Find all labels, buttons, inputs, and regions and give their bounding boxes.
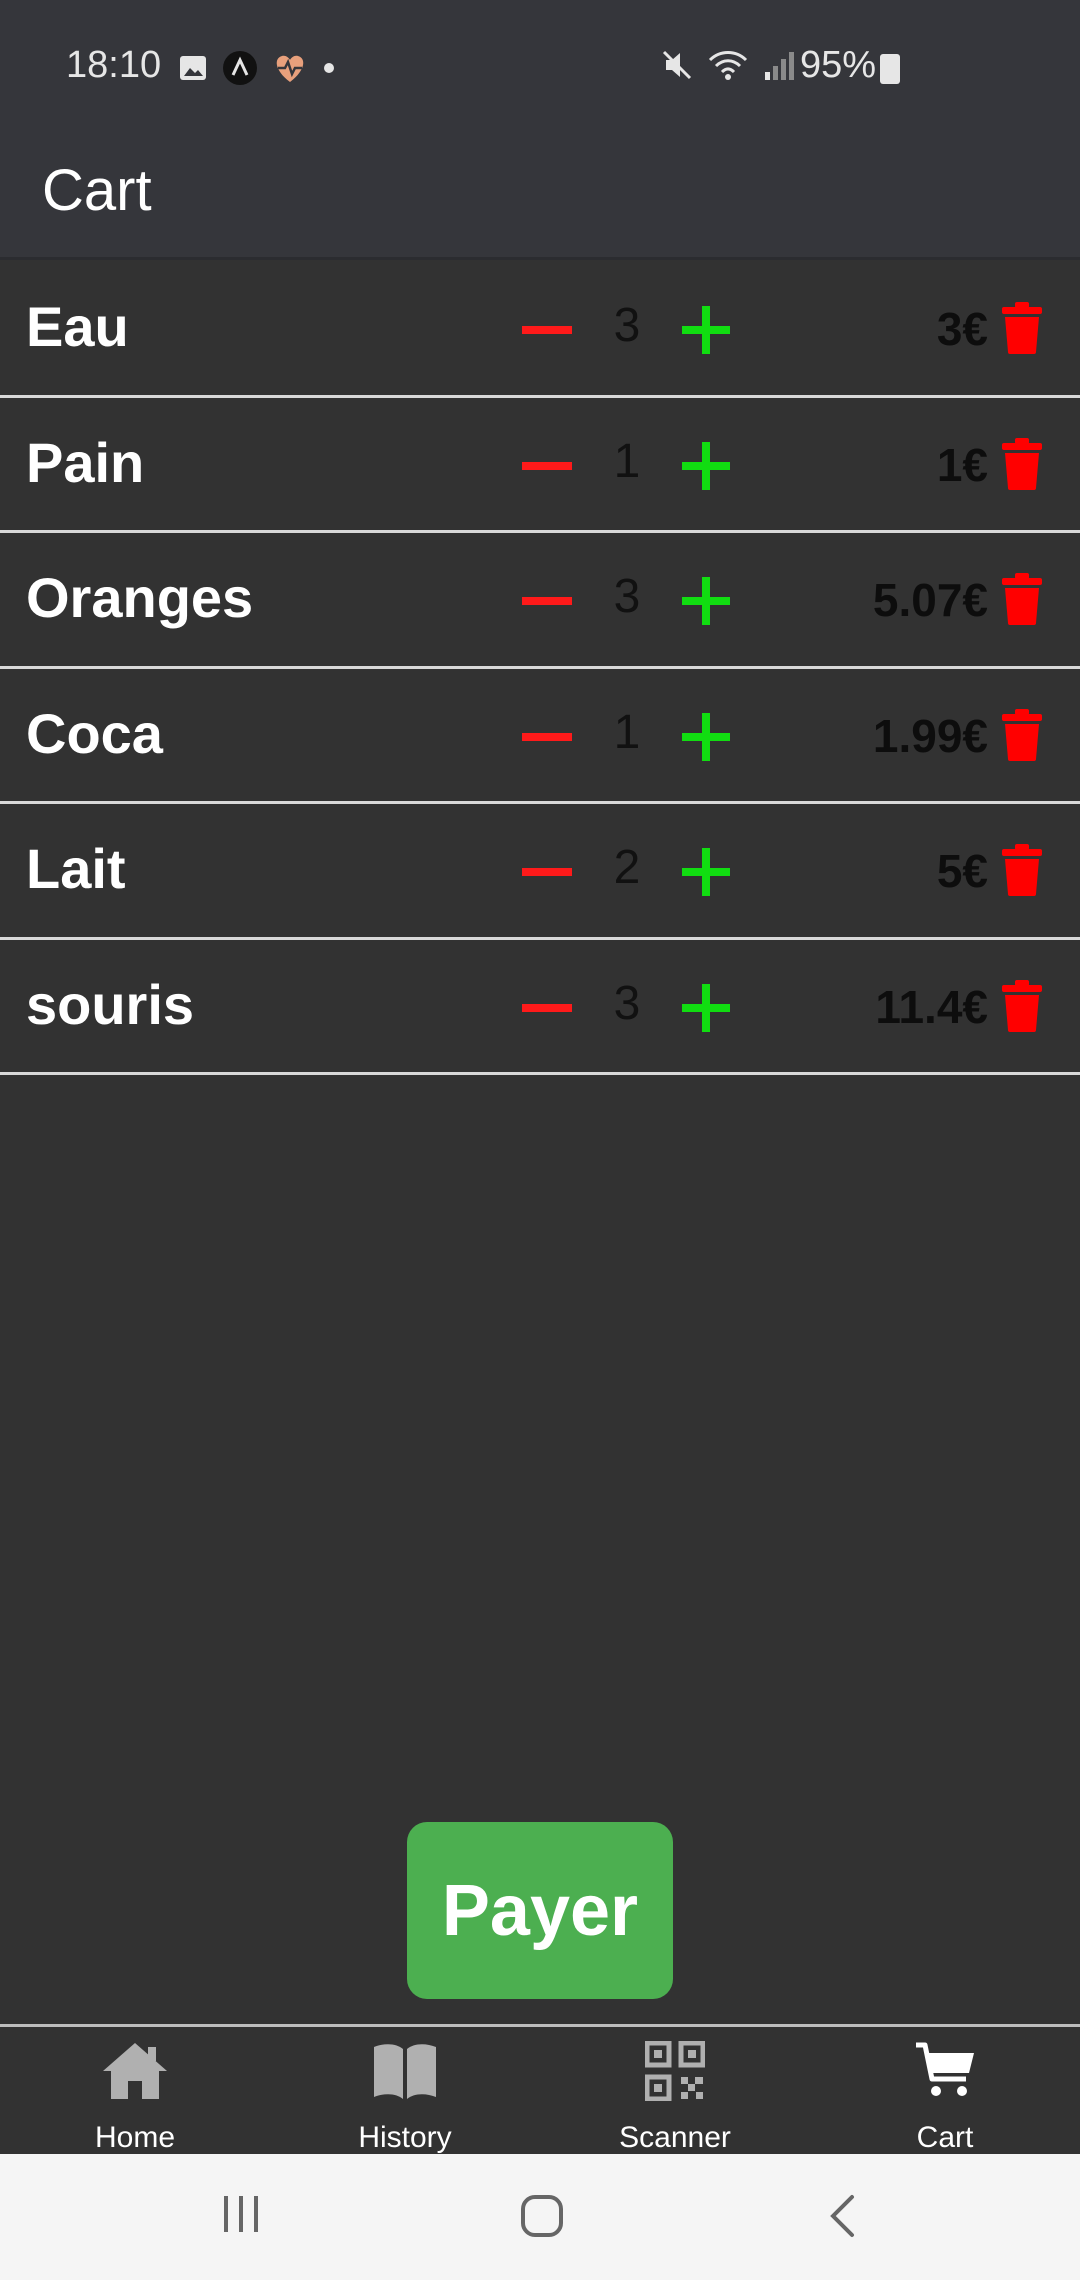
item-name: Oranges — [26, 566, 254, 629]
increase-quantity-button[interactable] — [682, 306, 730, 354]
system-status-icons — [660, 48, 796, 82]
mute-icon — [662, 50, 692, 80]
decrease-quantity-button[interactable] — [522, 732, 572, 741]
cart-item-row: souris 3 11.4€ — [0, 940, 1080, 1075]
item-name: souris — [26, 972, 195, 1036]
more-dot-icon — [324, 63, 334, 73]
item-name: Eau — [26, 295, 129, 358]
trash-icon[interactable] — [1002, 708, 1042, 761]
item-quantity: 1 — [613, 434, 641, 488]
recent-apps-icon[interactable] — [220, 2194, 262, 2234]
notification-icons — [178, 50, 336, 86]
nav-item-cart[interactable]: Cart — [810, 2027, 1080, 2157]
item-quantity: 3 — [613, 570, 641, 623]
item-quantity: 3 — [613, 976, 641, 1030]
decrease-quantity-button[interactable] — [522, 461, 572, 470]
back-icon[interactable] — [828, 2194, 858, 2238]
trash-icon[interactable] — [1002, 844, 1042, 896]
trash-icon[interactable] — [1002, 979, 1042, 1032]
increase-quantity-button[interactable] — [682, 983, 730, 1032]
increase-quantity-button[interactable] — [682, 441, 730, 490]
decrease-quantity-button[interactable] — [522, 597, 572, 605]
increase-quantity-button[interactable] — [682, 577, 730, 625]
home-icon — [103, 2043, 167, 2099]
signal-icon — [765, 52, 794, 80]
item-price: 3€ — [936, 303, 988, 355]
qr-code-icon — [645, 2041, 705, 2101]
nav-label-history: History — [358, 2121, 452, 2154]
item-price: 1€ — [936, 438, 988, 491]
item-price: 1.99€ — [872, 709, 988, 762]
nav-label-home: Home — [94, 2121, 176, 2154]
item-name: Coca — [26, 701, 163, 765]
trash-icon[interactable] — [1002, 437, 1042, 490]
increase-quantity-button[interactable] — [682, 848, 730, 896]
item-price: 5€ — [936, 845, 988, 897]
item-price: 5.07€ — [872, 574, 988, 626]
image-notification-icon — [180, 56, 206, 80]
cart-list: Eau 3 3€ Pain 1 1€ Oranges 3 5.07€ Coca … — [0, 262, 1080, 1075]
item-name: Pain — [26, 430, 145, 494]
pay-button[interactable]: Payer — [407, 1822, 673, 1999]
cart-item-row: Coca 1 1.99€ — [0, 669, 1080, 804]
status-time: 18:10 — [66, 44, 162, 86]
nav-item-scanner[interactable]: Scanner — [540, 2027, 810, 2157]
trash-icon[interactable] — [1002, 573, 1042, 625]
cart-icon — [916, 2042, 974, 2096]
book-icon — [374, 2044, 436, 2099]
item-quantity: 2 — [613, 841, 641, 894]
health-notification-icon — [276, 55, 304, 82]
item-quantity: 3 — [613, 299, 641, 352]
home-button-icon[interactable] — [520, 2194, 564, 2238]
bottom-navigation: Home History Scanner Cart — [0, 2024, 1080, 2154]
battery-percentage: 95% — [800, 44, 877, 86]
app-header: Cart — [0, 135, 1080, 260]
item-quantity: 1 — [613, 705, 641, 759]
item-name: Lait — [26, 837, 126, 900]
status-bar: 18:10 95% — [0, 0, 1080, 135]
cart-item-row: Lait 2 5€ — [0, 804, 1080, 940]
cart-item-row: Pain 1 1€ — [0, 398, 1080, 533]
app-notification-icon — [223, 51, 257, 85]
increase-quantity-button[interactable] — [682, 712, 730, 761]
cart-item-row: Oranges 3 5.07€ — [0, 533, 1080, 669]
battery-icon — [880, 54, 900, 84]
system-navigation-bar — [0, 2154, 1080, 2280]
decrease-quantity-button[interactable] — [522, 868, 572, 876]
nav-item-history[interactable]: History — [270, 2027, 540, 2157]
decrease-quantity-button[interactable] — [522, 326, 572, 334]
trash-icon[interactable] — [1002, 302, 1042, 354]
page-title: Cart — [42, 158, 152, 223]
nav-label-cart: Cart — [916, 2121, 974, 2154]
decrease-quantity-button[interactable] — [522, 1003, 572, 1012]
nav-label-scanner: Scanner — [619, 2121, 731, 2154]
nav-item-home[interactable]: Home — [0, 2027, 270, 2157]
item-price: 11.4€ — [875, 980, 988, 1033]
wifi-icon — [708, 51, 748, 80]
cart-item-row: Eau 3 3€ — [0, 262, 1080, 398]
